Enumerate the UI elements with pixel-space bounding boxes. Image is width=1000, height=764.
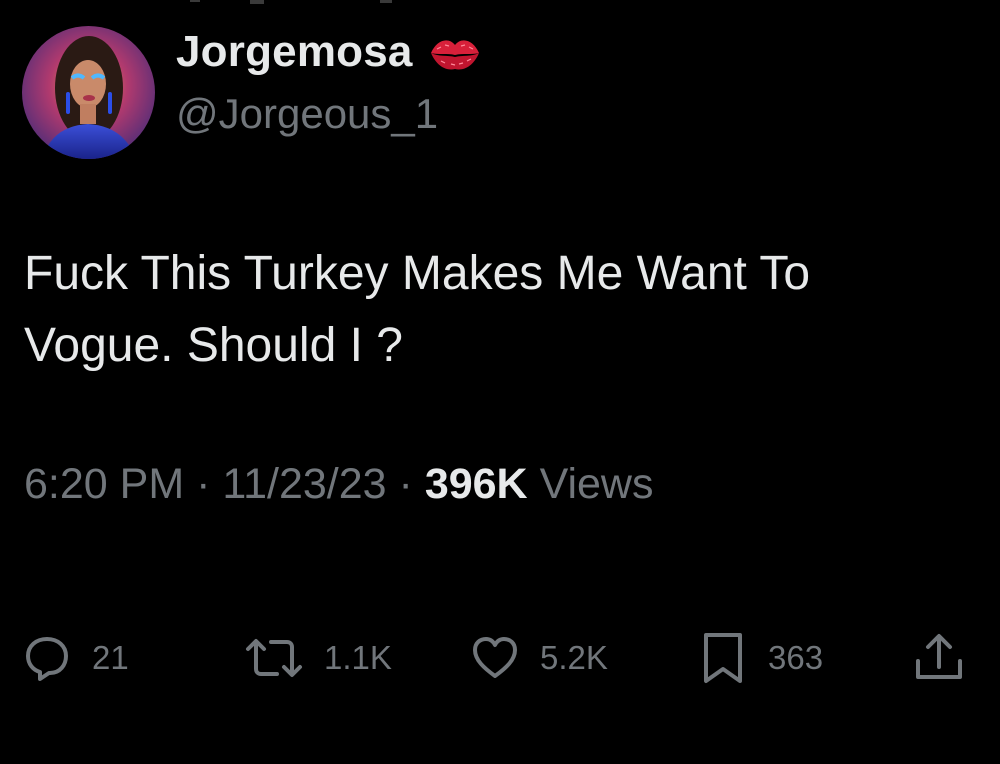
bookmark-button[interactable]: 363 [698,630,823,686]
tweet-text-line-2: Vogue. Should I ? [24,319,403,372]
kiss-mark-icon [427,33,483,73]
post-date[interactable]: 11/23/23 [222,460,386,508]
reply-count: 21 [92,639,129,676]
reply-button[interactable]: 21 [22,630,129,686]
bookmark-count: 363 [768,639,824,676]
retweet-icon [244,633,304,683]
reply-icon [22,633,72,683]
action-bar: 21 1.1K 5.2K 363 [0,630,1000,686]
tweet-detail: Jorgemosa @Jorgeous_1 Fuck This Turkey M… [0,0,1000,764]
heart-icon [470,633,520,683]
meta-separator: · [196,460,223,508]
display-name-row[interactable]: Jorgemosa [176,24,483,80]
avatar[interactable] [22,26,155,159]
retweet-count: 1.1K [324,639,392,676]
tweet-meta: 6:20 PM · 11/23/23 · 396K Views [24,460,654,509]
cropped-text-remnant [190,0,392,4]
tweet-text-line-1: Fuck This Turkey Makes Me Want To [24,247,811,300]
tweet-text: Fuck This Turkey Makes Me Want To Vogue.… [24,238,974,382]
views-count[interactable]: 396K [425,460,528,508]
share-button[interactable] [912,630,966,686]
retweet-button[interactable]: 1.1K [244,630,392,686]
bookmark-icon [698,631,748,685]
like-count: 5.2K [540,639,608,676]
like-button[interactable]: 5.2K [470,630,608,686]
author-handle[interactable]: @Jorgeous_1 [176,90,438,138]
meta-separator: · [398,460,425,508]
views-label[interactable]: Views [540,460,654,508]
display-name[interactable]: Jorgemosa [176,27,413,77]
post-time[interactable]: 6:20 PM [24,460,184,508]
share-icon [912,631,966,685]
